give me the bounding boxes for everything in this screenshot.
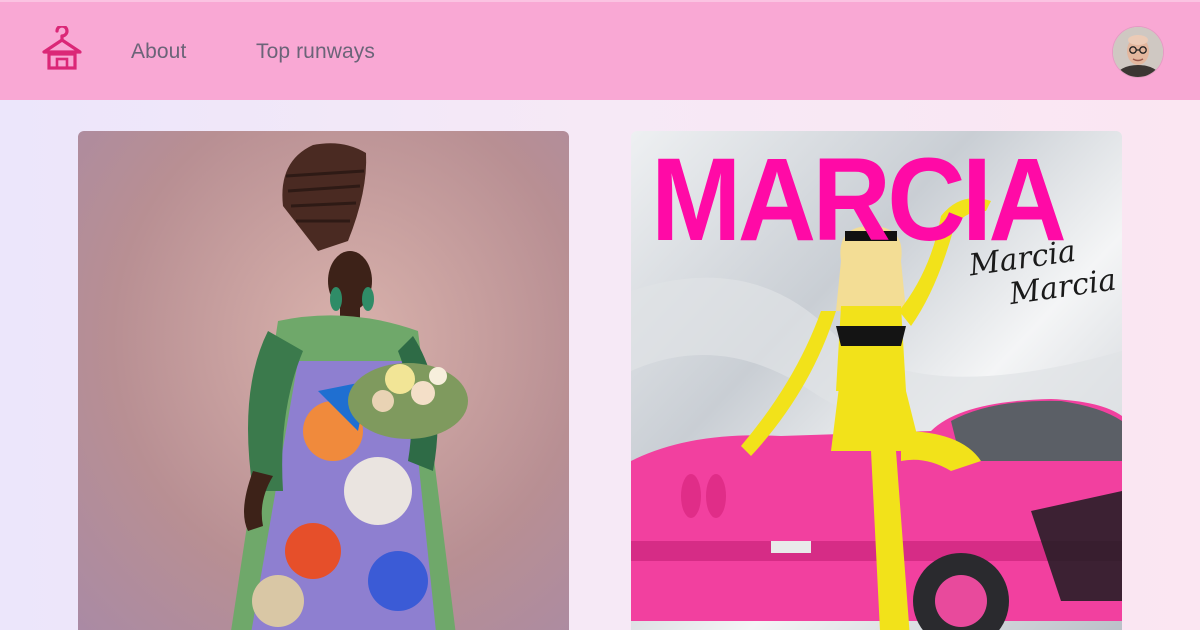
- nav-link-top-runways[interactable]: Top runways: [256, 40, 375, 64]
- runway-photo-image: [78, 131, 569, 630]
- top-navbar: About Top runways: [0, 0, 1200, 100]
- hanger-icon[interactable]: [40, 24, 84, 74]
- nav-link-about[interactable]: About: [131, 40, 186, 64]
- user-avatar[interactable]: [1113, 27, 1163, 77]
- runway-card-poster[interactable]: MARCIA Marcia Marcia: [631, 131, 1122, 630]
- runway-card-photo[interactable]: [78, 131, 569, 630]
- poster-title: MARCIA: [651, 134, 1067, 266]
